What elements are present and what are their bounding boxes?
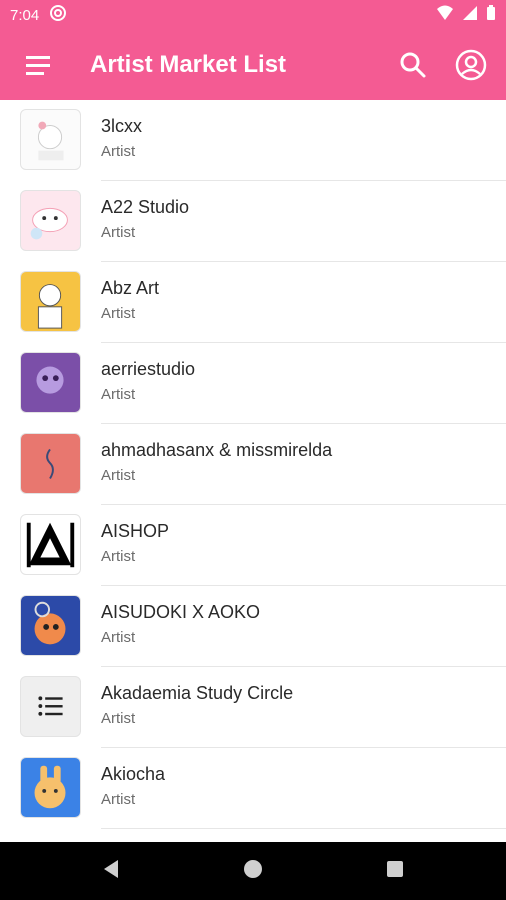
- status-time: 7:04: [10, 6, 40, 24]
- artist-avatar: [20, 109, 81, 170]
- artist-avatar: [20, 352, 81, 413]
- home-icon: [244, 859, 262, 878]
- artist-row-a22-studio[interactable]: A22 Studio Artist: [0, 181, 506, 262]
- artist-name: aerriestudio: [101, 359, 196, 379]
- artist-name: Akadaemia Study Circle: [101, 683, 294, 703]
- artist-role: Artist: [101, 305, 136, 322]
- battery-icon: [486, 5, 496, 25]
- artist-role: Artist: [101, 386, 136, 403]
- artist-row-akadaemia-study-circle[interactable]: Akadaemia Study Circle Artist: [0, 667, 506, 748]
- artist-avatar: [20, 757, 81, 818]
- artist-row-3lcxx[interactable]: 3lcxx Artist: [0, 100, 506, 181]
- back-button[interactable]: [100, 858, 122, 885]
- hamburger-menu-icon: [26, 56, 50, 75]
- artist-list: 3lcxx Artist A22 Studio Artist Abz Art A…: [0, 100, 506, 842]
- artist-avatar: [20, 190, 81, 251]
- artist-role: Artist: [101, 791, 136, 808]
- status-bar: 7:04: [0, 0, 506, 30]
- artist-role: Artist: [101, 629, 136, 646]
- artist-role: Artist: [101, 467, 136, 484]
- menu-button[interactable]: [10, 41, 66, 89]
- artist-name: 3lcxx: [101, 116, 143, 136]
- artist-row-aishop[interactable]: AISHOP Artist: [0, 505, 506, 586]
- account-circle-icon: [455, 49, 487, 81]
- artist-name: AISHOP: [101, 521, 170, 541]
- artist-name: Abz Art: [101, 278, 160, 298]
- artist-avatar: [20, 595, 81, 656]
- artist-name: AISUDOKI X AOKO: [101, 602, 261, 622]
- at-sign-icon: [49, 4, 67, 26]
- artist-avatar: [20, 676, 81, 737]
- artist-avatar: [20, 514, 81, 575]
- back-icon: [104, 859, 118, 878]
- artist-name: Akiocha: [101, 764, 166, 784]
- artist-name: A22 Studio: [101, 197, 190, 217]
- list-icon: [38, 696, 63, 716]
- home-button[interactable]: [242, 858, 264, 885]
- search-button[interactable]: [390, 42, 436, 88]
- artist-row-ahmadhasanx-missmirelda[interactable]: ahmadhasanx & missmirelda Artist: [0, 424, 506, 505]
- artist-role: Artist: [101, 548, 136, 565]
- search-icon: [400, 52, 426, 78]
- recents-icon: [387, 860, 403, 877]
- artist-row-aisudoki-x-aoko[interactable]: AISUDOKI X AOKO Artist: [0, 586, 506, 667]
- artist-row-aerriestudio[interactable]: aerriestudio Artist: [0, 343, 506, 424]
- artist-role: Artist: [101, 224, 136, 241]
- app-bar: Artist Market List: [0, 30, 506, 100]
- artist-row-abz-art[interactable]: Abz Art Artist: [0, 262, 506, 343]
- system-nav-bar: [0, 842, 506, 900]
- artist-avatar: [20, 433, 81, 494]
- profile-button[interactable]: [448, 42, 494, 88]
- artist-name: ahmadhasanx & missmirelda: [101, 440, 333, 460]
- signal-icon: [462, 5, 478, 25]
- wifi-icon: [436, 5, 454, 25]
- recents-button[interactable]: [384, 858, 406, 885]
- artist-role: Artist: [101, 143, 136, 160]
- artist-avatar: [20, 271, 81, 332]
- page-title: Artist Market List: [90, 51, 287, 78]
- artist-row-akiocha[interactable]: Akiocha Artist: [0, 748, 506, 829]
- artist-role: Artist: [101, 710, 136, 727]
- divider: [101, 828, 506, 829]
